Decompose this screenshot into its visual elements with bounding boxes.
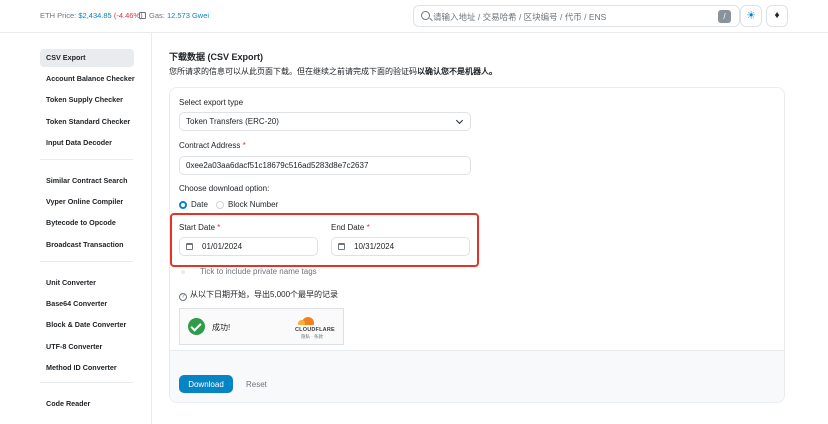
sidebar-item-input-data-decoder[interactable]: Input Data Decoder xyxy=(40,134,134,152)
sidebar-item-code-reader[interactable]: Code Reader xyxy=(40,395,134,413)
required-mark: * xyxy=(366,223,370,232)
sun-icon: ☀ xyxy=(746,10,756,22)
search-input[interactable] xyxy=(433,9,713,24)
contract-address-label-text: Contract Address xyxy=(179,141,241,150)
required-mark: * xyxy=(242,141,246,150)
network-button[interactable]: ♦ xyxy=(766,5,788,27)
captcha-status: 成功! xyxy=(212,323,231,332)
private-tags-label: Tick to include private name tags xyxy=(200,267,317,276)
export-info-text: 从以下日期开始，导出5,000个最早的记录 xyxy=(190,290,339,299)
search-shortcut-badge: / xyxy=(718,10,731,23)
sidebar-item-vyper-online-compiler[interactable]: Vyper Online Compiler xyxy=(40,193,134,211)
end-date-label: End Date * xyxy=(331,223,370,232)
sidebar-item-token-supply-checker[interactable]: Token Supply Checker xyxy=(40,91,134,109)
start-date-label-text: Start Date xyxy=(179,223,216,232)
cloudflare-brand: CLOUDFLARE xyxy=(295,327,335,333)
end-date-value: 10/31/2024 xyxy=(354,242,395,251)
gas-pump-icon xyxy=(139,12,146,19)
contract-address-label: Contract Address * xyxy=(179,141,246,150)
calendar-icon xyxy=(338,243,345,250)
sidebar-item-account-balance-checker[interactable]: Account Balance Checker xyxy=(40,70,135,88)
sidebar-divider xyxy=(40,382,133,383)
captcha-legal-links[interactable]: 隐私 · 条款 xyxy=(301,334,323,340)
start-date-value: 01/01/2024 xyxy=(202,242,243,251)
sidebar-item-method-id-converter[interactable]: Method ID Converter xyxy=(40,359,134,377)
start-date-input[interactable]: 01/01/2024 xyxy=(179,237,318,256)
sidebar-item-utf-8-converter[interactable]: UTF-8 Converter xyxy=(40,338,134,356)
page-title: 下载数据 (CSV Export) xyxy=(169,52,264,62)
sidebar-item-similar-contract-search[interactable]: Similar Contract Search xyxy=(40,172,134,190)
top-bar: ETH Price: $2,434.85 (-4.46%) Gas: 12.57… xyxy=(0,0,828,33)
end-date-input[interactable]: 10/31/2024 xyxy=(331,237,470,256)
captcha-widget[interactable]: 成功! CLOUDFLARE 隐私 · 条款 xyxy=(179,308,344,345)
ethereum-icon: ♦ xyxy=(774,10,780,21)
sidebar-item-base64-converter[interactable]: Base64 Converter xyxy=(40,295,134,313)
private-tags-checkbox[interactable] xyxy=(181,270,185,274)
cloudflare-logo-icon xyxy=(298,317,316,325)
gas-value[interactable]: 12.573 Gwei xyxy=(167,11,209,20)
sidebar-item-unit-converter[interactable]: Unit Converter xyxy=(40,274,134,292)
sidebar-item-csv-export[interactable]: CSV Export xyxy=(40,49,134,67)
export-type-label: Select export type xyxy=(179,98,244,107)
export-info: ? 从以下日期开始，导出5,000个最早的记录 xyxy=(179,289,338,301)
reset-button[interactable]: Reset xyxy=(240,375,273,393)
gas-stat: Gas: 12.573 Gwei xyxy=(139,11,209,20)
download-option-label: Choose download option: xyxy=(179,184,270,193)
page-description: 您所请求的信息可以从此页面下载。但在继续之前请完成下面的验证码以确认您不是机器人… xyxy=(169,66,497,77)
theme-toggle-button[interactable]: ☀ xyxy=(740,5,762,27)
sidebar-item-broadcast-transaction[interactable]: Broadcast Transaction xyxy=(40,236,134,254)
export-type-select[interactable]: Token Transfers (ERC-20) xyxy=(179,112,471,131)
eth-price-value[interactable]: $2,434.85 xyxy=(78,11,111,20)
gas-label: Gas: xyxy=(149,11,165,20)
sidebar-item-token-standard-checker[interactable]: Token Standard Checker xyxy=(40,113,134,131)
sidebar-divider-line xyxy=(151,33,152,424)
sidebar-divider xyxy=(40,159,133,160)
contract-address-input[interactable] xyxy=(179,156,471,175)
sidebar-item-block-date-converter[interactable]: Block & Date Converter xyxy=(40,316,134,334)
success-check-icon xyxy=(188,318,205,335)
date-radio[interactable] xyxy=(179,201,187,209)
search-icon xyxy=(421,11,430,20)
page-description-text: 您所请求的信息可以从此页面下载。但在继续之前请完成下面的验证码 xyxy=(169,67,417,76)
eth-price-label: ETH Price: xyxy=(40,11,77,20)
search-box[interactable]: / xyxy=(413,5,740,27)
page-description-bold: 以确认您不是机器人。 xyxy=(417,67,497,76)
end-date-label-text: End Date xyxy=(331,223,365,232)
eth-price-stat: ETH Price: $2,434.85 (-4.46%) xyxy=(40,11,143,20)
chevron-down-icon xyxy=(455,116,464,125)
sidebar-divider xyxy=(40,261,133,262)
date-radio-label[interactable]: Date xyxy=(191,200,208,209)
sidebar-item-bytecode-to-opcode[interactable]: Bytecode to Opcode xyxy=(40,214,134,232)
required-mark: * xyxy=(217,223,221,232)
export-type-value: Token Transfers (ERC-20) xyxy=(186,117,279,126)
block-number-radio-label[interactable]: Block Number xyxy=(228,200,278,209)
block-number-radio[interactable] xyxy=(216,201,224,209)
calendar-icon xyxy=(186,243,193,250)
download-button[interactable]: Download xyxy=(179,375,233,393)
start-date-label: Start Date * xyxy=(179,223,220,232)
question-circle-icon: ? xyxy=(179,293,187,301)
